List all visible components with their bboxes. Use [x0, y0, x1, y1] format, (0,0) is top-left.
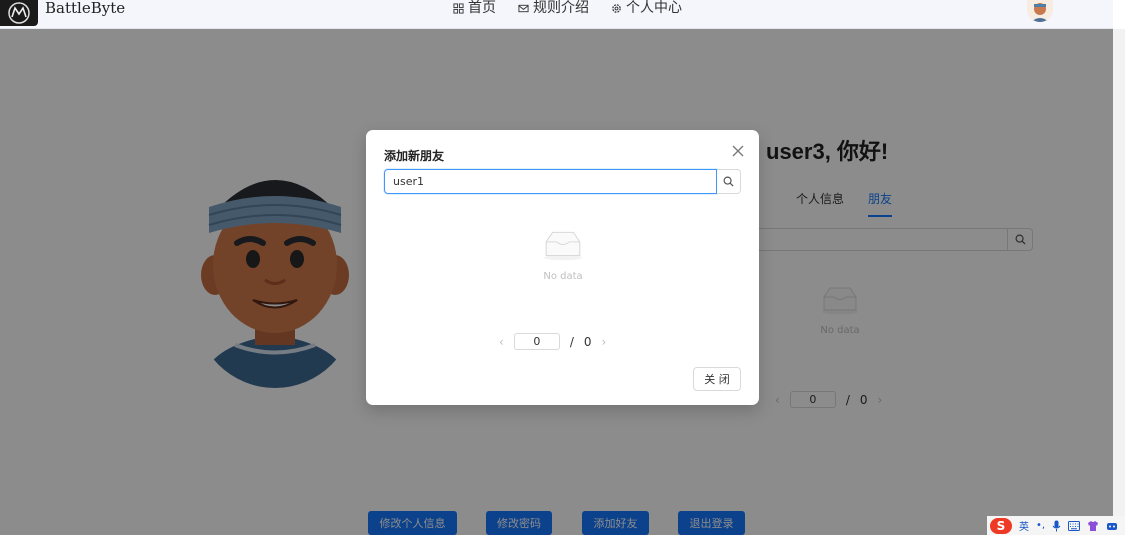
user-search-button[interactable] — [717, 169, 741, 194]
top-navbar: BattleByte 首页 规则介绍 个人中心 — [0, 0, 1113, 29]
add-friend-modal: 添加新朋友 No data ‹ 0 / 0 › 关 闭 — [366, 130, 759, 405]
user-search-input[interactable] — [384, 169, 717, 194]
ime-toolbar: S 英 •, — [987, 516, 1125, 535]
sogou-logo-icon[interactable]: S — [990, 517, 1012, 534]
search-empty-state: No data — [538, 229, 588, 282]
empty-inbox-icon — [544, 231, 582, 261]
toolbox-icon[interactable] — [1106, 520, 1118, 532]
nav-item-home[interactable]: 首页 — [453, 0, 496, 16]
modal-close-button[interactable]: 关 闭 — [693, 367, 741, 391]
battlebyte-logo[interactable] — [0, 0, 38, 26]
skin-icon[interactable] — [1087, 520, 1099, 532]
ime-language-toggle[interactable]: 英 — [1019, 518, 1029, 533]
nav-item-rules[interactable]: 规则介绍 — [518, 0, 589, 16]
modal-title: 添加新朋友 — [384, 149, 445, 163]
user-avatar[interactable] — [1027, 0, 1053, 22]
grid-icon — [453, 2, 464, 14]
ime-punctuation-toggle[interactable]: •, — [1036, 520, 1045, 531]
gear-icon — [612, 3, 621, 13]
page-input[interactable]: 0 — [513, 333, 560, 350]
nav-item-label: 规则介绍 — [533, 0, 589, 16]
mail-icon — [518, 4, 529, 12]
prev-page-icon[interactable]: ‹ — [499, 335, 504, 349]
page-separator: / — [569, 334, 574, 349]
close-icon[interactable] — [731, 143, 745, 157]
user-search — [384, 169, 741, 194]
empty-text: No data — [543, 271, 583, 282]
nav-item-label: 个人中心 — [626, 0, 682, 16]
main-menu: 首页 规则介绍 个人中心 — [453, 0, 682, 16]
scrollbar-track[interactable] — [1113, 29, 1125, 535]
page-total: 0 — [583, 334, 592, 349]
next-page-icon[interactable]: › — [602, 335, 607, 349]
search-icon — [723, 176, 734, 187]
nav-item-label: 首页 — [468, 0, 496, 16]
microphone-icon[interactable] — [1052, 520, 1061, 532]
nav-item-profile[interactable]: 个人中心 — [611, 0, 682, 16]
brand-name: BattleByte — [45, 0, 126, 17]
search-pagination: ‹ 0 / 0 › — [499, 333, 606, 350]
keyboard-icon[interactable] — [1068, 520, 1081, 531]
